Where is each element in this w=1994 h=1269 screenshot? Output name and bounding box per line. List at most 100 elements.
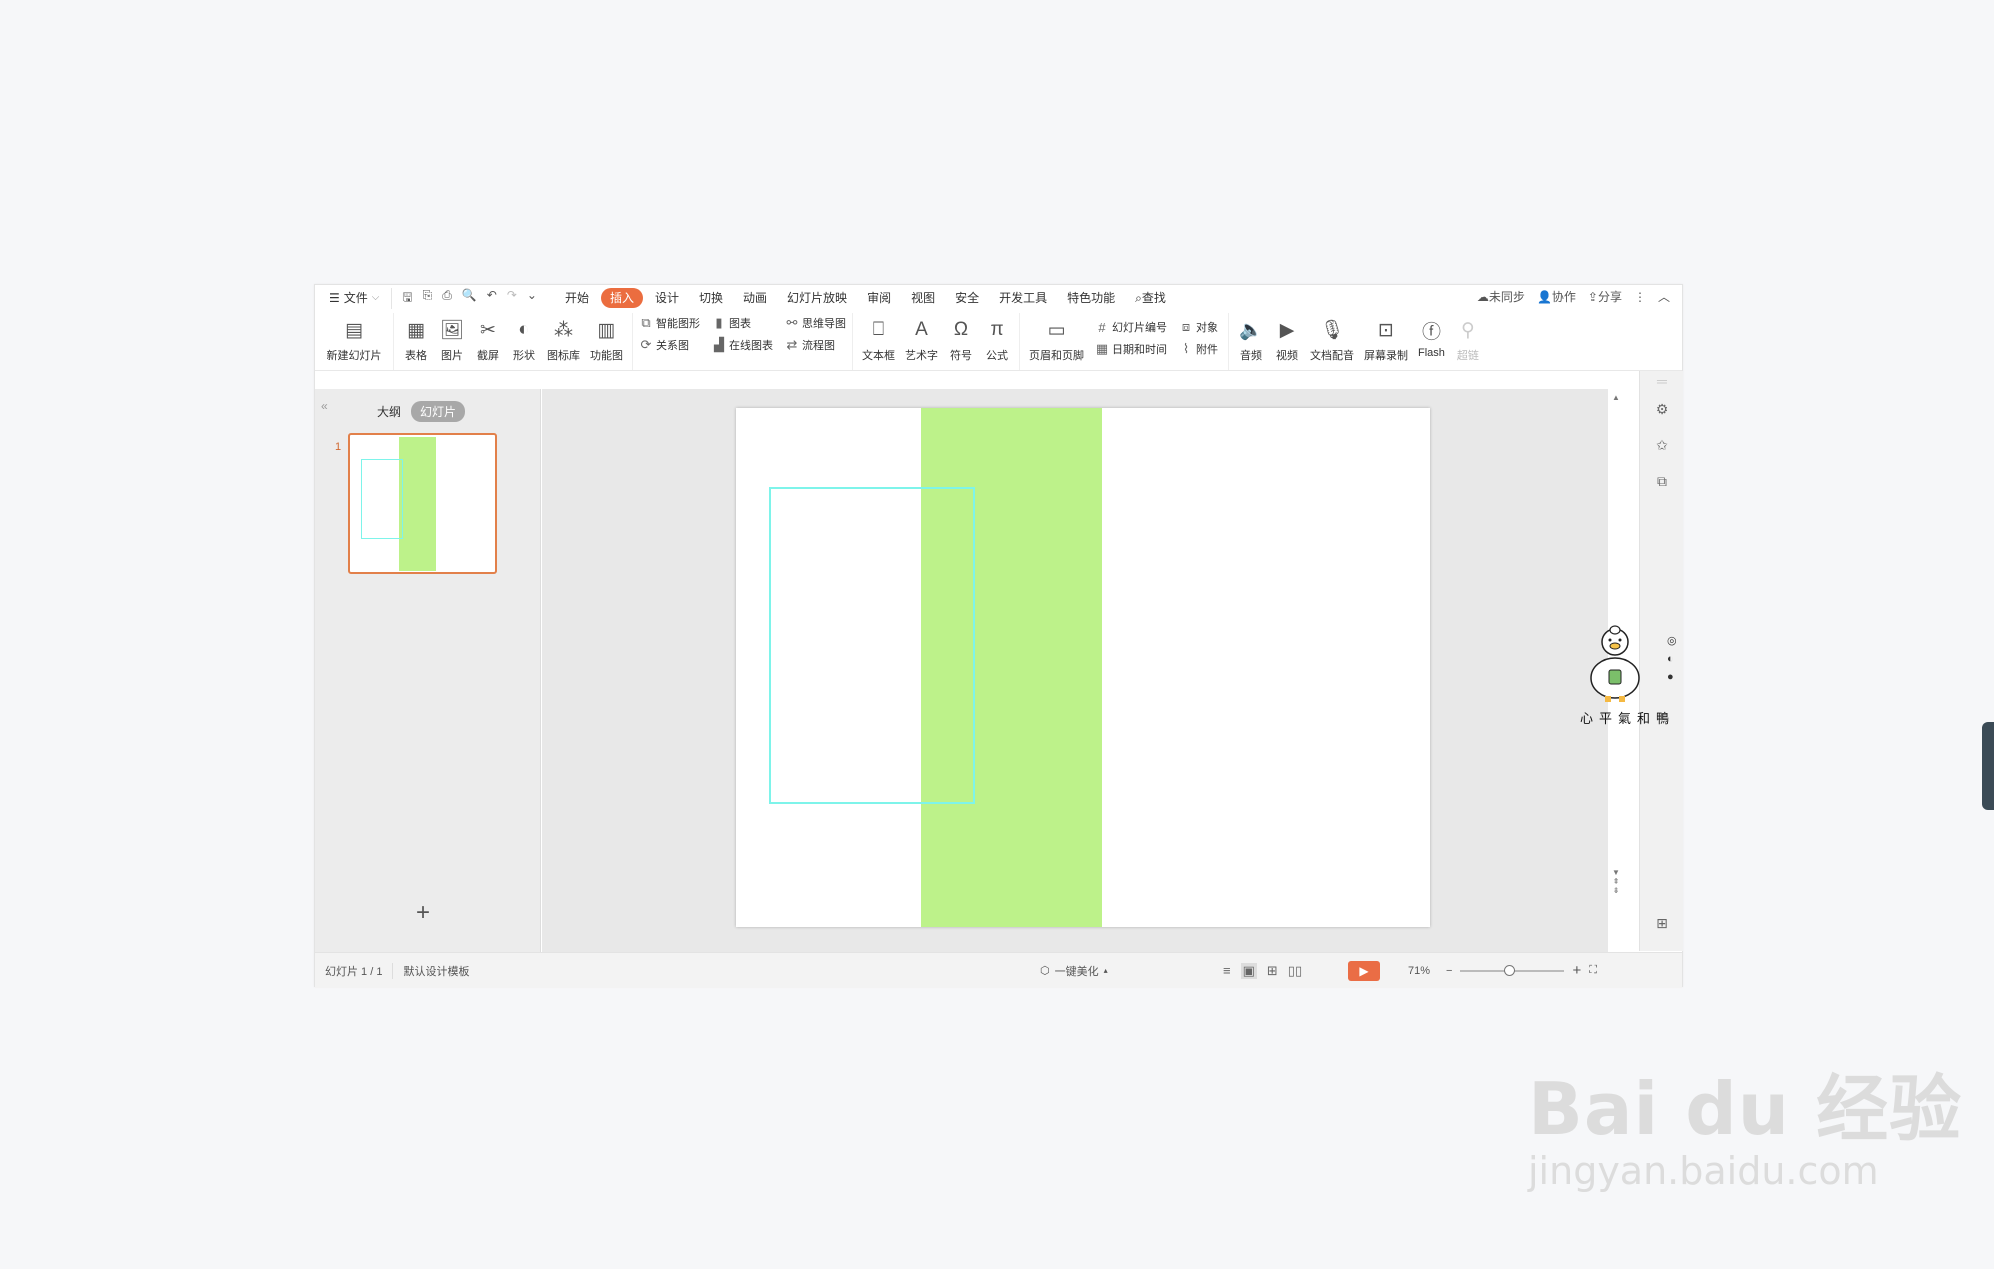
tab-transition[interactable]: 切换 bbox=[691, 288, 731, 308]
picture-button[interactable]: 🖼 图片 bbox=[434, 317, 470, 363]
redo-icon[interactable]: ↷ bbox=[507, 288, 517, 309]
undo-icon[interactable]: ↶ bbox=[487, 288, 497, 309]
customize-icon[interactable]: ⌄ bbox=[527, 288, 537, 309]
collapse-panel-icon[interactable]: « bbox=[321, 399, 328, 413]
icon-library-button[interactable]: ⁂ 图标库 bbox=[542, 317, 585, 363]
tab-view[interactable]: 视图 bbox=[903, 288, 943, 308]
template-name[interactable]: 默认设计模板 bbox=[403, 963, 469, 979]
more-icon[interactable]: ⋮ bbox=[1634, 290, 1646, 304]
function-chart-button[interactable]: ▥ 功能图 bbox=[585, 317, 628, 363]
add-slide-icon[interactable]: + bbox=[416, 899, 430, 927]
search-command[interactable]: ⌕查找 bbox=[1127, 288, 1174, 308]
zoom-out-icon[interactable]: − bbox=[1446, 965, 1452, 977]
screenshot-button[interactable]: ✂ 截屏 bbox=[470, 317, 506, 363]
function-chart-label: 功能图 bbox=[590, 350, 623, 362]
zoom-slider-knob[interactable] bbox=[1504, 964, 1516, 976]
shape-icon: ◐ bbox=[518, 319, 530, 340]
zoom-in-icon[interactable]: + bbox=[1572, 962, 1581, 979]
slide-thumbnail[interactable] bbox=[348, 433, 497, 574]
icon-library-label: 图标库 bbox=[547, 350, 580, 362]
flash-button[interactable]: ⓕ Flash bbox=[1413, 317, 1450, 360]
circle-icon-1[interactable]: ◎ bbox=[1667, 632, 1677, 650]
mindmap-label: 思维导图 bbox=[802, 318, 846, 330]
symbol-button[interactable]: Ω 符号 bbox=[943, 317, 979, 363]
copy-icon[interactable]: ⧉ bbox=[1640, 463, 1684, 499]
collapse-ribbon-icon[interactable]: ︿ bbox=[1658, 288, 1670, 305]
header-footer-button[interactable]: ▭ 页眉和页脚 bbox=[1024, 317, 1089, 363]
tab-developer[interactable]: 开发工具 bbox=[991, 288, 1055, 308]
circle-icon-3[interactable]: ● bbox=[1667, 668, 1677, 686]
video-button[interactable]: ▶ 视频 bbox=[1269, 317, 1305, 363]
grid-apps-icon[interactable]: ⊞ bbox=[1640, 905, 1684, 941]
scroll-up-icon[interactable]: ▲ bbox=[1611, 393, 1621, 402]
zoom-slider[interactable] bbox=[1460, 964, 1565, 976]
play-slideshow-button[interactable]: ▶ bbox=[1348, 961, 1380, 981]
new-slide-button[interactable]: ▤ 新建幻灯片 bbox=[319, 317, 389, 363]
tab-review[interactable]: 审阅 bbox=[859, 288, 899, 308]
drag-handle-icon: ═ bbox=[1657, 373, 1667, 389]
flash-icon: ⓕ bbox=[1421, 321, 1441, 343]
datetime-button[interactable]: ▦ 日期和时间 bbox=[1095, 341, 1167, 357]
zoom-level[interactable]: 71% bbox=[1408, 965, 1430, 977]
scroll-down-icon[interactable]: ▼ bbox=[1611, 868, 1621, 877]
save-icon[interactable]: 🖫 bbox=[402, 288, 412, 309]
properties-icon[interactable]: ⚙ bbox=[1640, 391, 1684, 427]
collaborate-button[interactable]: 👤协作 bbox=[1537, 288, 1576, 305]
animation-pin-icon[interactable]: ✩ bbox=[1640, 427, 1684, 463]
chart-button[interactable]: ▮ 图表 bbox=[712, 315, 773, 331]
hyperlink-button[interactable]: ⚲ 超链 bbox=[1450, 317, 1486, 363]
prev-slide-icon[interactable]: ⇞ bbox=[1611, 877, 1621, 886]
edge-side-handle[interactable] bbox=[1982, 722, 1994, 810]
next-slide-icon[interactable]: ⇟ bbox=[1611, 886, 1621, 895]
doc-voice-label: 文档配音 bbox=[1310, 350, 1354, 362]
flowchart-button[interactable]: ⇄ 流程图 bbox=[785, 337, 846, 353]
textbox-button[interactable]: ⎕ 文本框 bbox=[857, 317, 900, 363]
picture-icon: 🖼 bbox=[439, 320, 465, 341]
wordart-button[interactable]: A 艺术字 bbox=[900, 317, 943, 363]
video-icon: ▶ bbox=[1279, 319, 1295, 341]
tab-slideshow[interactable]: 幻灯片放映 bbox=[779, 288, 855, 308]
beautify-button[interactable]: ⬡ 一键美化 ▴ bbox=[1040, 963, 1108, 979]
tab-home[interactable]: 开始 bbox=[557, 288, 597, 308]
doc-voice-button[interactable]: 🎙 文档配音 bbox=[1305, 317, 1359, 363]
shape-button[interactable]: ◐ 形状 bbox=[506, 317, 542, 363]
caret-up-icon: ▴ bbox=[1103, 966, 1108, 975]
online-chart-button[interactable]: ▟ 在线图表 bbox=[712, 337, 773, 353]
reading-view-icon[interactable]: ▯▯ bbox=[1288, 963, 1302, 979]
slide-canvas[interactable] bbox=[736, 408, 1430, 927]
slide-number-button[interactable]: # 幻灯片编号 bbox=[1095, 319, 1167, 335]
tab-special-features[interactable]: 特色功能 bbox=[1059, 288, 1123, 308]
object-button[interactable]: ⧈ 对象 bbox=[1179, 319, 1218, 335]
print-icon[interactable]: ⎙ bbox=[442, 288, 452, 309]
cyan-outline-rectangle-shape[interactable] bbox=[769, 487, 975, 804]
formula-button[interactable]: π 公式 bbox=[979, 317, 1015, 363]
cube-icon: ⬡ bbox=[1040, 965, 1050, 977]
tab-security[interactable]: 安全 bbox=[947, 288, 987, 308]
duck-sticker: ◎ ◐ ● 心平氣和鴨 bbox=[1580, 620, 1680, 727]
screen-record-button[interactable]: ⊡ 屏幕录制 bbox=[1359, 317, 1413, 363]
tab-insert[interactable]: 插入 bbox=[600, 288, 643, 308]
file-menu[interactable]: ☰ 文件 ⌵ bbox=[315, 288, 387, 308]
share-button[interactable]: ⇪分享 bbox=[1588, 288, 1622, 305]
format-painter-icon[interactable]: ⎘ bbox=[423, 288, 433, 309]
table-button[interactable]: ▦ 表格 bbox=[398, 317, 434, 363]
smart-art-button[interactable]: ⧉ 智能图形 bbox=[639, 315, 700, 331]
print-preview-icon[interactable]: 🔍 bbox=[462, 288, 477, 309]
audio-button[interactable]: 🔈 音频 bbox=[1233, 317, 1269, 363]
tab-design[interactable]: 设计 bbox=[647, 288, 687, 308]
attachment-button[interactable]: ⌇ 附件 bbox=[1179, 341, 1218, 357]
relation-chart-button[interactable]: ⟳ 关系图 bbox=[639, 337, 700, 353]
sync-status[interactable]: ☁未同步 bbox=[1477, 288, 1525, 305]
tab-outline[interactable]: 大纲 bbox=[377, 403, 401, 420]
circle-icon-2[interactable]: ◐ bbox=[1667, 650, 1677, 668]
tab-slides[interactable]: 幻灯片 bbox=[411, 401, 466, 422]
fit-window-icon[interactable]: ⛶ bbox=[1589, 964, 1597, 977]
menu-bar: ☰ 文件 ⌵ 🖫 ⎘ ⎙ 🔍 ↶ ↷ ⌄ 开始 插入 设计 切换 动画 幻灯片放… bbox=[315, 285, 1682, 311]
tab-animation[interactable]: 动画 bbox=[735, 288, 775, 308]
wordart-icon: A bbox=[915, 319, 928, 340]
mindmap-button[interactable]: ⚯ 思维导图 bbox=[785, 315, 846, 331]
normal-view-icon[interactable]: ▣ bbox=[1240, 962, 1257, 979]
search-label: 查找 bbox=[1141, 291, 1166, 305]
notes-icon[interactable]: ≡ bbox=[1223, 963, 1231, 978]
sorter-view-icon[interactable]: ⊞ bbox=[1267, 963, 1278, 979]
